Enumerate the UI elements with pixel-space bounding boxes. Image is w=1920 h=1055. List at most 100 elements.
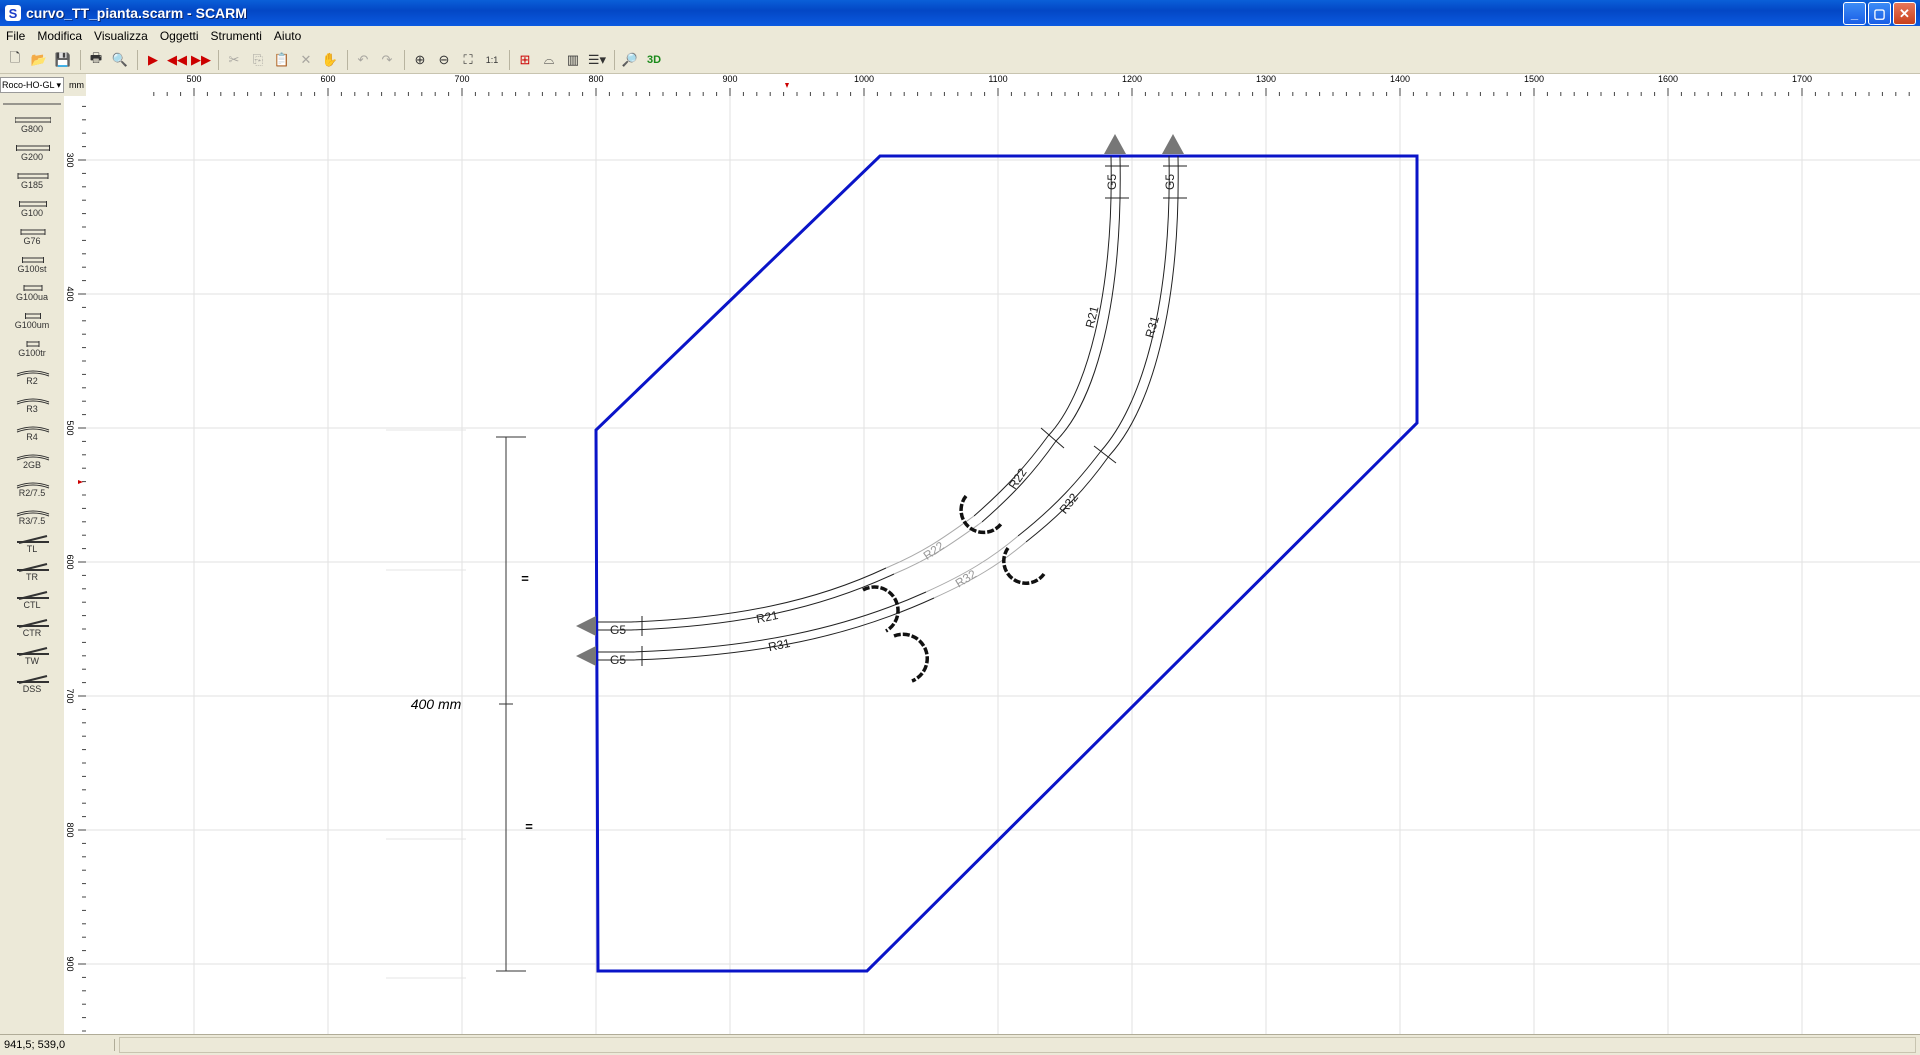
palette-item-label: G100ua	[15, 292, 49, 302]
ruler-label: 700	[65, 688, 75, 704]
maximize-button[interactable]: ▢	[1868, 2, 1891, 25]
ruler-label: 1100	[988, 74, 1008, 84]
track-label: G5	[1105, 174, 1119, 190]
palette-item[interactable]: TL	[0, 530, 64, 558]
palette-item[interactable]: 2GB	[0, 446, 64, 474]
palette-item[interactable]: R4	[0, 418, 64, 446]
menu-modifica[interactable]: Modifica	[31, 29, 88, 43]
dimension-equal-mark: =	[521, 571, 529, 586]
baseboard-outline[interactable]	[594, 154, 1419, 973]
ruler-label: 400	[65, 286, 75, 302]
ruler-label: 600	[320, 74, 336, 84]
ruler-label: 1600	[1657, 74, 1679, 84]
new-file-icon[interactable]: 🗋	[4, 49, 26, 71]
status-bar: 941,5; 539,0	[0, 1034, 1920, 1055]
palette-item-label: G800	[20, 124, 44, 134]
ruler-label: 600	[65, 554, 75, 570]
track-label: R22	[1006, 465, 1030, 491]
cut-icon[interactable]: ✂	[223, 49, 245, 71]
bridge-icon[interactable]: ⌓	[538, 49, 560, 71]
undo-icon[interactable]: ↶	[352, 49, 374, 71]
measure-icon[interactable]: ⊞	[514, 49, 536, 71]
zoom-in-icon[interactable]: ⊕	[409, 49, 431, 71]
palette-item[interactable]: G185	[0, 166, 64, 194]
palette-item-label: R4	[26, 432, 38, 442]
drawing-canvas[interactable]: 400 mm = = G5 G5 G5 G5 R21 R31 R22 R32 R…	[86, 96, 1920, 1034]
palette-item[interactable]: G100st	[0, 250, 64, 278]
open-folder-icon[interactable]: 📂	[28, 49, 50, 71]
menu-oggetti[interactable]: Oggetti	[154, 29, 205, 43]
track-piece-icon	[15, 616, 51, 628]
hand-icon[interactable]: ✋	[319, 49, 341, 71]
prev-track-icon[interactable]: ◀◀	[166, 49, 188, 71]
palette-item[interactable]: R3	[0, 390, 64, 418]
track-palette: G800 G200 G185 G100 G76 G100st G100ua G100um G10…	[0, 96, 65, 1034]
menu-visualizza[interactable]: Visualizza	[88, 29, 154, 43]
status-panel	[119, 1037, 1916, 1053]
zoom-out-icon[interactable]: ⊖	[433, 49, 455, 71]
track-piece-icon	[15, 196, 51, 207]
track-piece-icon	[15, 336, 51, 347]
palette-item[interactable]: G200	[0, 138, 64, 166]
paste-icon[interactable]: 📋	[271, 49, 293, 71]
palette-item[interactable]: DSS	[0, 670, 64, 698]
ruler-label: 900	[65, 956, 75, 972]
palette-item[interactable]: TW	[0, 642, 64, 670]
horizontal-ruler: 500 600 700 800 900 1000 1100 1200 1300 1400 1500 1…	[86, 74, 1920, 97]
menu-strumenti[interactable]: Strumenti	[205, 29, 268, 43]
ruler-label: 900	[722, 74, 738, 84]
tunnel-icon[interactable]: ▥	[562, 49, 584, 71]
status-coordinates: 941,5; 539,0	[0, 1039, 115, 1051]
palette-item[interactable]: R2	[0, 362, 64, 390]
menu-aiuto[interactable]: Aiuto	[268, 29, 307, 43]
menu-file[interactable]: File	[0, 29, 31, 43]
title-bar: S curvo_TT_pianta.scarm - SCARM _ ▢ ✕	[0, 0, 1920, 26]
palette-item[interactable]: G76	[0, 222, 64, 250]
find-icon[interactable]: 🔎	[619, 49, 641, 71]
3d-view-icon[interactable]: 3D	[643, 49, 665, 71]
palette-item[interactable]: TR	[0, 558, 64, 586]
track-piece-icon	[15, 140, 51, 151]
palette-item[interactable]: G100	[0, 194, 64, 222]
redo-icon[interactable]: ↷	[376, 49, 398, 71]
palette-item-label: G100st	[17, 264, 47, 274]
palette-item[interactable]: G100ua	[0, 278, 64, 306]
palette-item-label: TW	[25, 656, 39, 666]
palette-item[interactable]: G800	[0, 110, 64, 138]
minimize-button[interactable]: _	[1843, 2, 1866, 25]
palette-item[interactable]: R2/7.5	[0, 474, 64, 502]
palette-item-label: CTL	[23, 600, 41, 610]
track-piece-icon	[15, 420, 51, 433]
palette-item[interactable]: G100um	[0, 306, 64, 334]
print-preview-icon[interactable]: 🔍	[109, 49, 131, 71]
palette-item-label: G200	[20, 152, 44, 162]
palette-item-label: G185	[20, 180, 44, 190]
palette-item-label: TL	[26, 544, 38, 554]
select-arrow-icon[interactable]: ▶	[142, 49, 164, 71]
print-icon[interactable]: 🖶	[85, 49, 107, 71]
track-piece-icon	[15, 224, 51, 235]
save-icon[interactable]: 💾	[52, 49, 74, 71]
delete-icon[interactable]: ✕	[295, 49, 317, 71]
close-button[interactable]: ✕	[1893, 2, 1916, 25]
zoom-fit-icon[interactable]: ⛶	[457, 49, 479, 71]
next-track-icon[interactable]: ▶▶	[190, 49, 212, 71]
ruler-label: 500	[65, 420, 75, 436]
track-layout[interactable]	[598, 155, 1187, 666]
palette-item[interactable]: CTR	[0, 614, 64, 642]
palette-item[interactable]: G100tr	[0, 334, 64, 362]
palette-item[interactable]: CTL	[0, 586, 64, 614]
palette-item-label: G100	[20, 208, 44, 218]
palette-item-label: R3	[26, 404, 38, 414]
vertical-ruler: 300 400 500 600 700 800 900	[64, 96, 87, 1034]
layers-icon[interactable]: ☰▾	[586, 49, 608, 71]
ruler-label: 500	[186, 74, 202, 84]
palette-select[interactable]: Roco-HO-GL ▾	[0, 77, 64, 93]
dimension-annotation[interactable]: 400 mm = =	[386, 429, 533, 979]
copy-icon[interactable]: ⎘	[247, 49, 269, 71]
palette-item[interactable]: R3/7.5	[0, 502, 64, 530]
zoom-1to1-icon[interactable]: 1:1	[481, 49, 503, 71]
ruler-label: 300	[65, 152, 75, 168]
track-piece-icon	[15, 308, 51, 319]
track-piece-icon	[15, 560, 51, 572]
